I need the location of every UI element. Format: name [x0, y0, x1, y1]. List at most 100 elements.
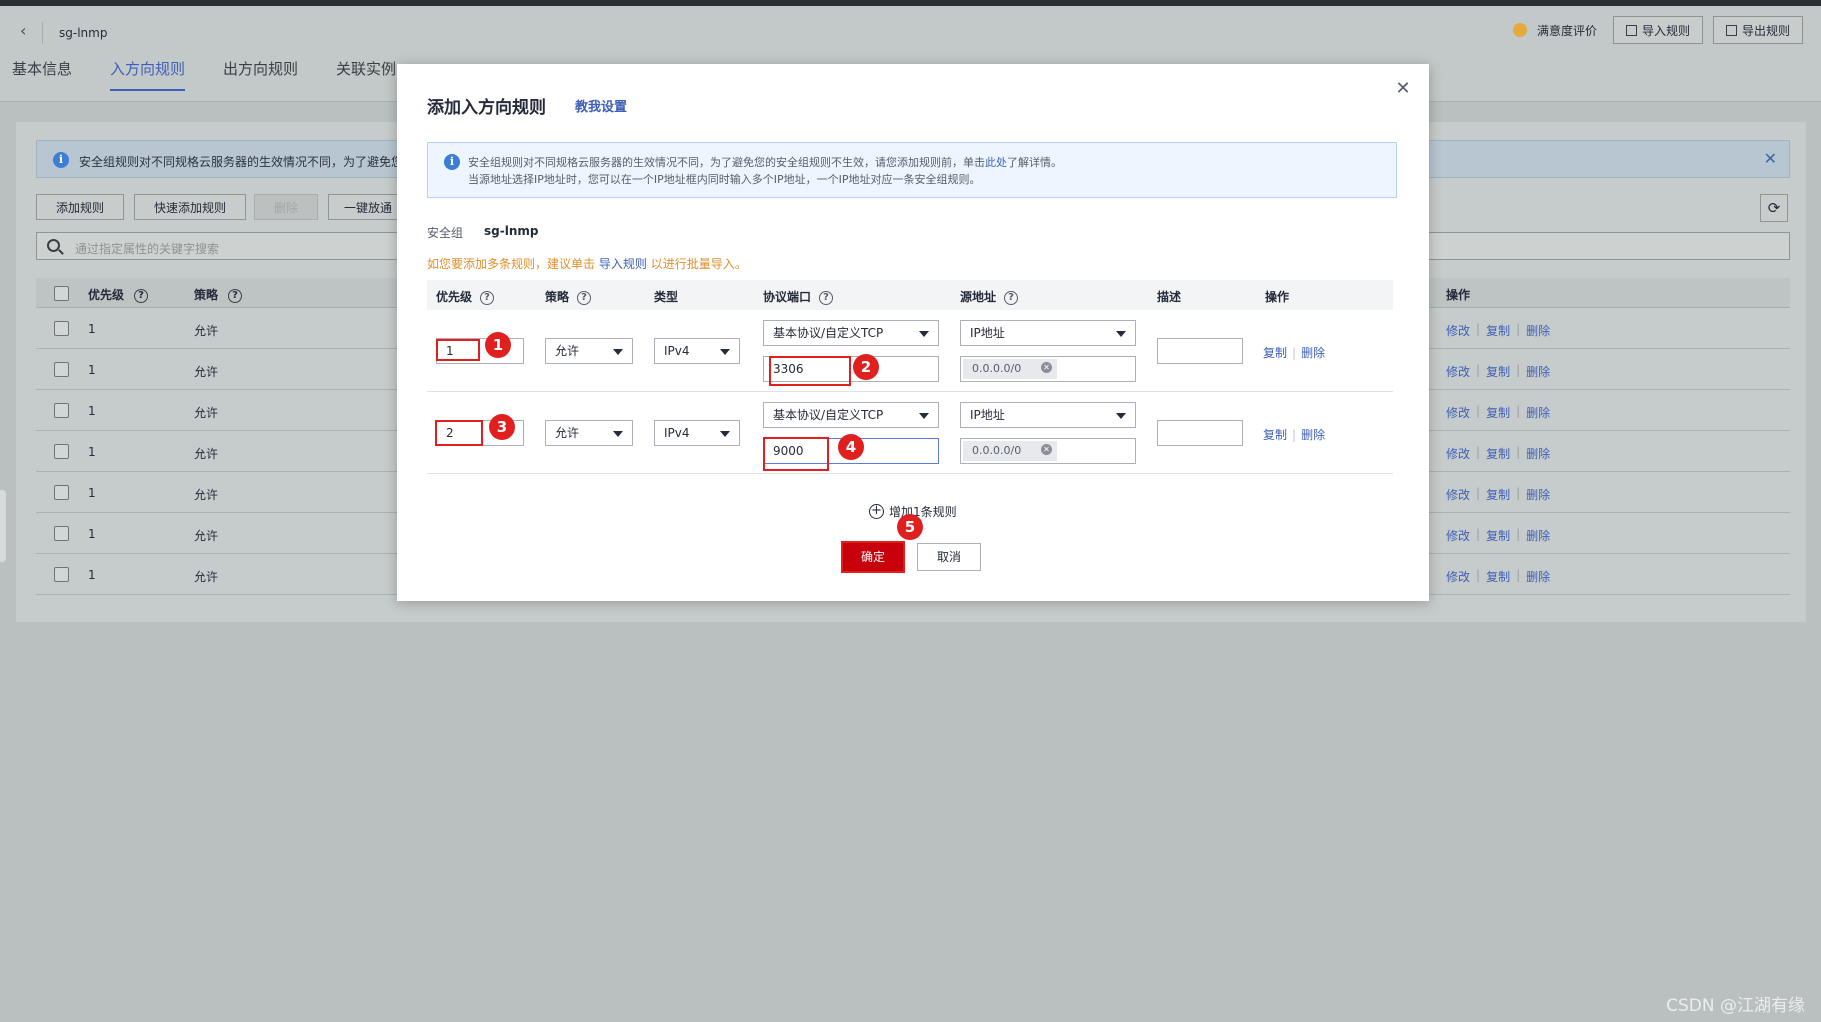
edit-link[interactable]: 修改 [1446, 322, 1470, 339]
delete-link[interactable]: 删除 [1526, 445, 1550, 462]
details-link[interactable]: 此处 [985, 156, 1007, 169]
side-drawer-handle[interactable] [0, 490, 6, 562]
back-arrow-icon[interactable]: ‹ [20, 23, 34, 39]
add-rule-button[interactable]: 添加规则 [36, 194, 124, 220]
row-actions: 修改 | 复制 | 删除 [1446, 363, 1551, 380]
delete-link[interactable]: 删除 [1526, 322, 1550, 339]
row-checkbox[interactable] [54, 567, 69, 582]
one-click-allow-button[interactable]: 一键放通 [328, 194, 408, 220]
delete-button[interactable]: 删除 [254, 194, 318, 220]
info-icon: i [53, 152, 69, 168]
description-input[interactable] [1157, 338, 1243, 364]
select-all-checkbox[interactable] [54, 286, 69, 301]
copy-link[interactable]: 复制 [1486, 363, 1510, 380]
copy-link[interactable]: 复制 [1486, 404, 1510, 421]
add-one-rule-label: 增加1条规则 [889, 505, 957, 519]
tab-outbound-rules[interactable]: 出方向规则 [223, 58, 298, 91]
quick-add-rule-button[interactable]: 快速添加规则 [134, 194, 246, 220]
delete-link[interactable]: 删除 [1526, 363, 1550, 380]
annotation-badge: 4 [838, 434, 864, 460]
edit-link[interactable]: 修改 [1446, 363, 1470, 380]
annotation-badge: 3 [489, 414, 515, 440]
row-checkbox[interactable] [54, 485, 69, 500]
col-priority: 优先级? [436, 288, 495, 305]
protocol-select[interactable]: 基本协议/自定义TCP [763, 402, 939, 428]
help-icon: ? [134, 288, 149, 303]
tab-basic-info[interactable]: 基本信息 [12, 58, 72, 91]
help-icon: ? [1004, 290, 1019, 305]
policy-select[interactable]: 允许 [545, 420, 633, 446]
annotation-box [436, 339, 480, 361]
page-title: sg-lnmp [59, 26, 108, 40]
priority-cell: 1 [88, 404, 96, 418]
help-icon: ? [480, 290, 495, 305]
copy-link[interactable]: 复制 [1263, 428, 1287, 442]
copy-link[interactable]: 复制 [1263, 346, 1287, 360]
col-ops: 操作 [1265, 290, 1290, 304]
priority-cell: 1 [88, 568, 96, 582]
copy-link[interactable]: 复制 [1486, 527, 1510, 544]
policy-cell: 允许 [194, 324, 219, 338]
import-rules-label: 导入规则 [1641, 23, 1690, 38]
type-select[interactable]: IPv4 [654, 420, 740, 446]
import-rules-button[interactable]: 导入规则 [1612, 16, 1703, 44]
col-type: 类型 [654, 290, 679, 304]
delete-link[interactable]: 删除 [1526, 568, 1550, 585]
source-type-select[interactable]: IP地址 [960, 320, 1136, 346]
edit-link[interactable]: 修改 [1446, 445, 1470, 462]
feedback-link[interactable]: 满意度评价 [1537, 22, 1597, 39]
chevron-down-icon [720, 431, 730, 437]
cancel-button[interactable]: 取消 [917, 543, 981, 571]
source-ip-input[interactable]: 0.0.0.0/0 ✕ [960, 356, 1136, 382]
import-rules-link[interactable]: 导入规则 [599, 257, 647, 271]
delete-link[interactable]: 删除 [1301, 346, 1325, 360]
delete-link[interactable]: 删除 [1301, 428, 1325, 442]
priority-cell: 1 [88, 363, 96, 377]
help-link[interactable]: 教我设置 [575, 96, 627, 115]
row-actions: 修改 | 复制 | 删除 [1446, 568, 1551, 585]
edit-link[interactable]: 修改 [1446, 568, 1470, 585]
dialog-info-alert: i 安全组规则对不同规格云服务器的生效情况不同，为了避免您的安全组规则不生效，请… [427, 142, 1397, 198]
source-ip-input[interactable]: 0.0.0.0/0 ✕ [960, 438, 1136, 464]
chevron-down-icon [1116, 413, 1126, 419]
delete-link[interactable]: 删除 [1526, 486, 1550, 503]
copy-link[interactable]: 复制 [1486, 445, 1510, 462]
source-type-select[interactable]: IP地址 [960, 402, 1136, 428]
row-checkbox[interactable] [54, 444, 69, 459]
chevron-down-icon [1116, 331, 1126, 337]
annotation-badge: 1 [485, 332, 511, 358]
edit-link[interactable]: 修改 [1446, 486, 1470, 503]
row-actions: 修改 | 复制 | 删除 [1446, 527, 1551, 544]
row-checkbox[interactable] [54, 526, 69, 541]
info-alert-text: 安全组规则对不同规格云服务器的生效情况不同，为了避免您的 [79, 155, 416, 169]
search-icon [47, 239, 60, 252]
remove-chip-icon[interactable]: ✕ [1041, 362, 1052, 373]
delete-link[interactable]: 删除 [1526, 404, 1550, 421]
copy-link[interactable]: 复制 [1486, 486, 1510, 503]
divider [42, 22, 43, 44]
header-actions: 满意度评价 导入规则 导出规则 [1512, 16, 1803, 44]
description-input[interactable] [1157, 420, 1243, 446]
row-checkbox[interactable] [54, 403, 69, 418]
help-icon: ? [228, 288, 243, 303]
close-icon[interactable]: ✕ [1764, 149, 1777, 168]
copy-link[interactable]: 复制 [1486, 568, 1510, 585]
remove-chip-icon[interactable]: ✕ [1041, 444, 1052, 455]
row-checkbox[interactable] [54, 362, 69, 377]
chevron-down-icon [919, 331, 929, 337]
row-checkbox[interactable] [54, 321, 69, 336]
type-select[interactable]: IPv4 [654, 338, 740, 364]
protocol-select[interactable]: 基本协议/自定义TCP [763, 320, 939, 346]
export-rules-button[interactable]: 导出规则 [1712, 16, 1803, 44]
tab-inbound-rules[interactable]: 入方向规则 [110, 58, 186, 91]
close-icon[interactable]: ✕ [1393, 78, 1413, 99]
chevron-down-icon [613, 349, 623, 355]
policy-select[interactable]: 允许 [545, 338, 633, 364]
edit-link[interactable]: 修改 [1446, 527, 1470, 544]
edit-link[interactable]: 修改 [1446, 404, 1470, 421]
refresh-icon[interactable]: ⟳ [1760, 194, 1788, 222]
plus-circle-icon: + [869, 504, 884, 519]
tab-associated-instances[interactable]: 关联实例 [336, 58, 396, 91]
delete-link[interactable]: 删除 [1526, 527, 1550, 544]
copy-link[interactable]: 复制 [1486, 322, 1510, 339]
